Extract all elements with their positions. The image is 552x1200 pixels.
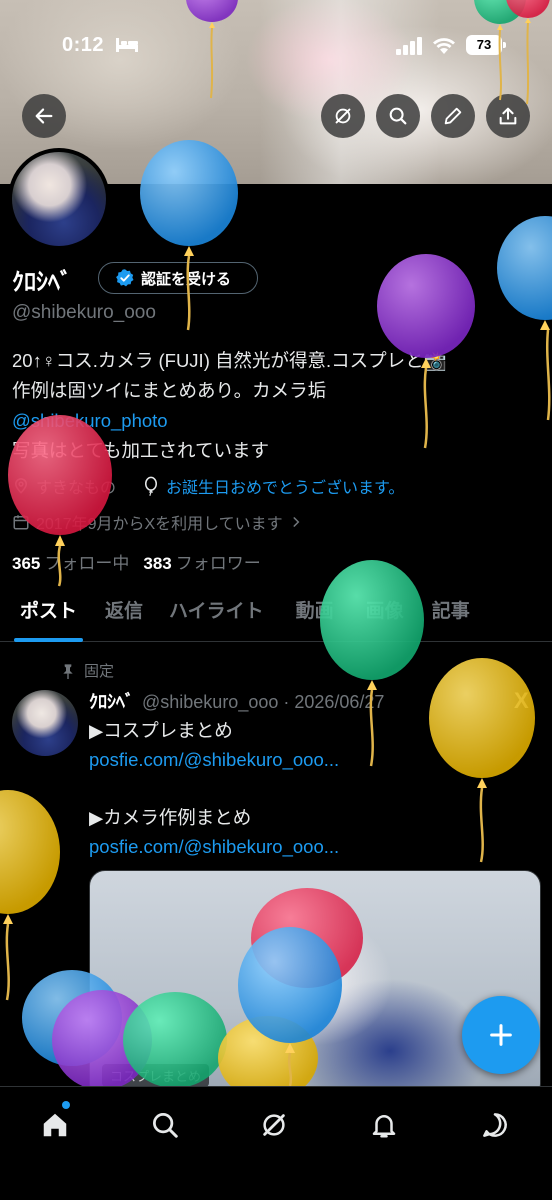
sleep-mode-icon [116,38,138,52]
tab-videos[interactable]: 動画 [276,590,346,642]
profile-location: すきなもの [36,480,117,497]
following-label: フォロー中 [44,554,130,573]
post-author-name[interactable]: ｸﾛｼﾍﾞ [89,692,134,712]
post-author-meta: @shibekuro_ooo · 2026/06/27 [142,692,385,712]
wifi-icon [433,38,455,54]
bio-line: 20↑♀コス.カメラ (FUJI) 自然光が得意.コスプレと📸 [12,350,447,371]
search-icon [153,1113,178,1138]
share-icon [499,107,517,125]
grok-button[interactable] [321,94,365,138]
search-button[interactable] [376,94,420,138]
tab-highlights[interactable]: ハイライト [155,590,276,642]
get-verified-button[interactable]: 認証を受ける [98,262,258,294]
battery-indicator: 73 [466,35,506,55]
verified-badge-icon [116,269,134,287]
pinned-indicator: 固定 [60,660,114,681]
bio-line: 写真はとても加工されています [12,440,269,461]
post-link[interactable]: posfie.com/@shibekuro_ooo... [89,832,339,861]
following-count: 365 [12,554,41,573]
balloon-icon [145,476,158,496]
post-line-blank [89,774,339,803]
profile-meta-row: すきなもの お誕生日おめでとうございます。 [12,474,404,498]
grok-icon [335,108,351,124]
pencil-icon [444,107,462,125]
tab-articles[interactable]: 記事 [416,590,482,642]
profile-handle: @shibekuro_ooo [12,302,156,323]
arrow-left-icon [35,108,53,124]
x-logo-icon: X [514,688,529,713]
avatar-image [12,152,106,246]
nav-grok[interactable] [254,1105,294,1145]
post-line: ▶カメラ作例まとめ [89,807,252,828]
profile-bio: 20↑♀コス.カメラ (FUJI) 自然光が得意.コスプレと📸 作例は固ツイにま… [12,346,542,466]
chevron-right-icon[interactable] [289,515,303,529]
tab-replies[interactable]: 返信 [97,590,155,642]
status-bar: 0:12 73 [0,0,552,90]
followers-link[interactable]: 383 フォロワー [143,554,260,573]
edit-profile-button[interactable] [431,94,475,138]
chat-icon [483,1113,507,1137]
post-text[interactable]: ▶コスプレまとめ posfie.com/@shibekuro_ooo... ▶カ… [89,716,339,861]
profile-tabs: ポスト 返信 ハイライト 動画 画像 記事 [0,590,552,642]
nav-home[interactable] [35,1105,75,1145]
nav-messages[interactable] [475,1105,515,1145]
calendar-icon [13,515,29,530]
balloon-yellow-2 [0,790,60,1001]
home-icon [43,1113,67,1137]
post-line: ▶コスプレまとめ [89,720,233,741]
compose-post-button[interactable] [462,996,540,1074]
post-link[interactable]: posfie.com/@shibekuro_ooo... [89,745,339,774]
bio-mention-link[interactable]: @shibekuro_photo [12,406,542,436]
media-caption: コスプレまとめ [102,1064,210,1087]
birthday-link[interactable]: お誕生日おめでとうございます。 [166,474,404,498]
tab-posts[interactable]: ポスト [0,590,97,642]
status-time: 0:12 [62,34,105,56]
home-notification-dot [62,1101,70,1109]
post-author-avatar[interactable] [12,690,78,756]
cellular-signal-icon [396,37,422,55]
followers-label: フォロワー [175,554,261,573]
post-media-image[interactable]: コスプレまとめ [89,870,541,1100]
profile-joined-date: 2017年9月からXを利用しています [36,516,283,533]
post-header: ｸﾛｼﾍﾞ @shibekuro_ooo · 2026/06/27 [89,688,384,714]
bio-line: 作例は固ツイにまとめあり。カメラ垢 [12,380,327,401]
bottom-navigation [0,1086,552,1200]
search-icon [389,107,407,125]
share-button[interactable] [486,94,530,138]
get-verified-label: 認証を受ける [141,270,232,288]
plus-icon [490,1024,512,1046]
nav-notifications[interactable] [364,1105,404,1145]
bell-icon [372,1115,396,1138]
location-pin-icon [14,478,28,494]
pinned-label: 固定 [84,663,115,680]
tab-media[interactable]: 画像 [346,590,416,642]
grok-icon [263,1114,285,1136]
pin-icon [63,663,73,679]
follow-stats: 365 フォロー中 383 フォロワー [12,549,261,574]
profile-joined-row: 2017年9月からXを利用しています [12,510,303,534]
profile-name: ｸﾛｼﾍﾞ [12,269,72,296]
following-link[interactable]: 365 フォロー中 [12,554,129,573]
nav-explore[interactable] [145,1105,185,1145]
followers-count: 383 [143,554,172,573]
back-button[interactable] [22,94,66,138]
profile-avatar[interactable] [8,148,110,250]
